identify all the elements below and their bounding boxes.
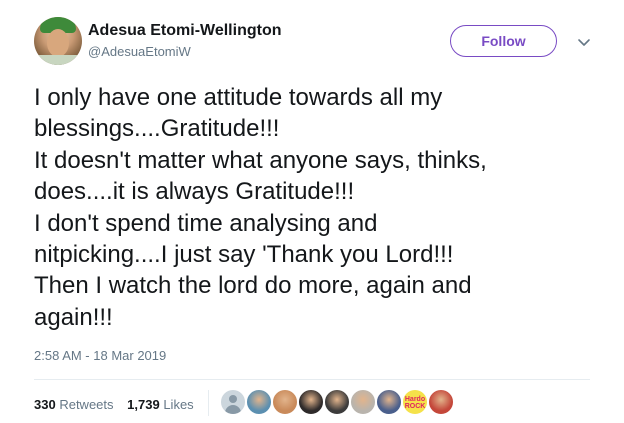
user-handle[interactable]: @AdesuaEtomiW bbox=[88, 44, 191, 59]
tweet-timestamp[interactable]: 2:58 AM - 18 Mar 2019 bbox=[34, 348, 166, 363]
retweets-label: Retweets bbox=[59, 397, 114, 412]
likes-stat[interactable]: 1,739 Likes bbox=[127, 397, 194, 412]
user-display-name[interactable]: Adesua Etomi-Wellington bbox=[88, 22, 281, 40]
avatar-face bbox=[47, 29, 69, 57]
liker-avatar[interactable]: Hardo ROCK bbox=[402, 389, 428, 415]
liker-avatar[interactable] bbox=[220, 389, 246, 415]
chevron-down-icon[interactable] bbox=[576, 34, 592, 50]
liker-avatar[interactable] bbox=[272, 389, 298, 415]
avatar-shoulders bbox=[34, 55, 82, 65]
tweet-text-line: I don't spend time analysing and bbox=[34, 209, 378, 237]
default-avatar-icon bbox=[229, 395, 237, 403]
liker-avatar[interactable] bbox=[324, 389, 350, 415]
liker-logo-text: Hardo ROCK bbox=[404, 396, 426, 410]
likes-label: Likes bbox=[163, 397, 194, 412]
tweet-text-line: Then I watch the lord do more, again and bbox=[34, 272, 472, 300]
follow-button[interactable]: Follow bbox=[450, 25, 557, 57]
liker-avatar[interactable] bbox=[428, 389, 454, 415]
tweet-stats: 330 Retweets 1,739 Likes bbox=[34, 397, 204, 412]
liker-avatar[interactable] bbox=[376, 389, 402, 415]
default-avatar-body bbox=[225, 405, 241, 414]
tweet-text-line: again!!! bbox=[34, 303, 113, 331]
retweets-stat[interactable]: 330 Retweets bbox=[34, 397, 114, 412]
liker-avatar[interactable] bbox=[246, 389, 272, 415]
stats-separator bbox=[208, 390, 209, 416]
tweet-text-line: does....it is always Gratitude!!! bbox=[34, 178, 355, 206]
liker-avatar[interactable] bbox=[298, 389, 324, 415]
retweets-count: 330 bbox=[34, 397, 56, 412]
tweet-text: I only have one attitude towards all my … bbox=[34, 82, 594, 333]
tweet-text-line: I only have one attitude towards all my bbox=[34, 84, 443, 111]
tweet-text-line: It doesn't matter what anyone says, thin… bbox=[34, 146, 487, 174]
tweet-text-line: blessings....Gratitude!!! bbox=[34, 115, 280, 143]
likes-count: 1,739 bbox=[127, 397, 160, 412]
user-avatar[interactable] bbox=[34, 17, 82, 65]
tweet-text-line: nitpicking....I just say 'Thank you Lord… bbox=[34, 241, 454, 269]
tweet-card: Adesua Etomi-Wellington @AdesuaEtomiW Fo… bbox=[0, 0, 624, 423]
divider bbox=[34, 379, 590, 380]
liker-avatar[interactable] bbox=[350, 389, 376, 415]
